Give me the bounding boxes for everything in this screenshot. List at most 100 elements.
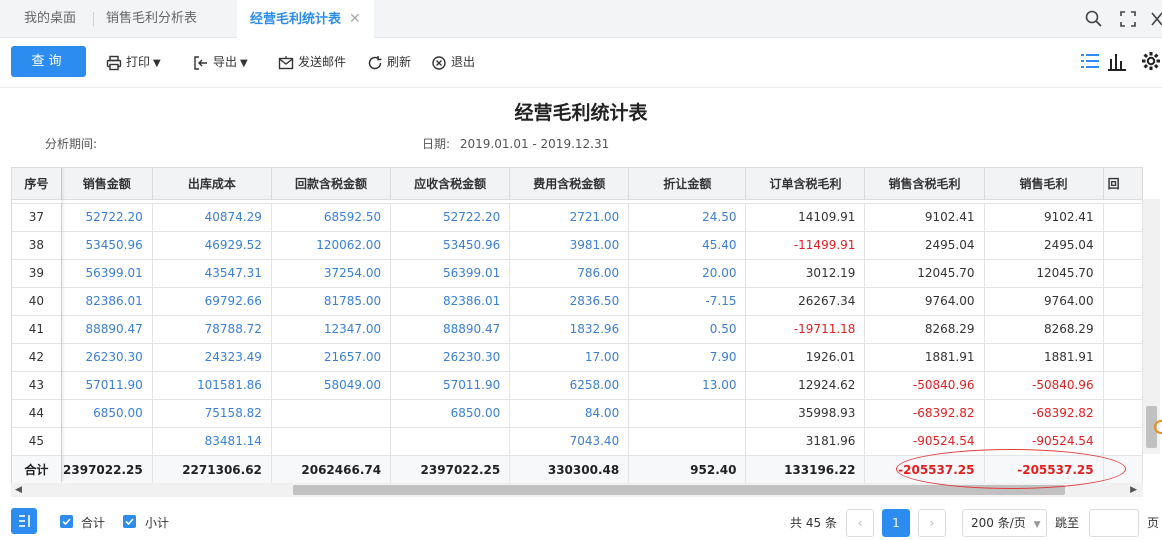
table-cell[interactable]: 88890.47 bbox=[61, 315, 153, 344]
table-cell[interactable]: 7043.40 bbox=[509, 427, 630, 456]
close-window-icon[interactable] bbox=[1150, 9, 1162, 29]
tab-operating-gross-profit-stats[interactable]: 经营毛利统计表 ✕ bbox=[237, 0, 374, 39]
table-cell[interactable]: 1832.96 bbox=[509, 315, 630, 344]
column-header[interactable]: 订单含税毛利 bbox=[745, 168, 866, 200]
vertical-scrollbar[interactable] bbox=[1143, 199, 1160, 454]
table-cell[interactable]: 20.00 bbox=[628, 259, 747, 288]
table-cell[interactable]: 24.50 bbox=[628, 203, 747, 232]
table-row[interactable]: 44 6850.00 75158.82 6850.00 84.00 35998.93 -68… bbox=[12, 399, 1143, 428]
table-cell[interactable]: 2721.00 bbox=[509, 203, 630, 232]
table-cell[interactable]: 78788.72 bbox=[152, 315, 272, 344]
table-cell[interactable]: 6850.00 bbox=[390, 399, 511, 428]
table-row[interactable]: 39 56399.01 43547.31 37254.00 56399.01 786.00… bbox=[12, 259, 1143, 288]
scroll-left-arrow-icon[interactable]: ◀ bbox=[15, 483, 22, 497]
search-icon[interactable] bbox=[1084, 9, 1104, 29]
table-cell[interactable]: 45.40 bbox=[628, 231, 747, 260]
table-cell[interactable]: 81785.00 bbox=[271, 287, 392, 316]
table-row[interactable]: 38 53450.96 46929.52 120062.00 53450.96 3981.… bbox=[12, 231, 1143, 260]
table-row[interactable]: 43 57011.90 101581.86 58049.00 57011.90 6258.… bbox=[12, 371, 1143, 400]
table-cell[interactable]: 21657.00 bbox=[271, 343, 392, 372]
column-header[interactable]: 序号 bbox=[12, 168, 62, 200]
table-cell[interactable]: 88890.47 bbox=[390, 315, 511, 344]
table-cell[interactable]: 82386.01 bbox=[61, 287, 153, 316]
column-header[interactable]: 销售含税毛利 bbox=[864, 168, 985, 200]
page-number-button[interactable]: 1 bbox=[882, 509, 910, 537]
column-header[interactable]: 应收含税金额 bbox=[390, 168, 511, 200]
table-cell[interactable]: 46929.52 bbox=[152, 231, 272, 260]
column-header[interactable]: 折让金额 bbox=[628, 168, 747, 200]
query-button[interactable]: 查询 bbox=[11, 46, 86, 77]
table-cell[interactable]: 43547.31 bbox=[152, 259, 272, 288]
table-cell: 12045.70 bbox=[864, 259, 985, 288]
close-icon[interactable]: ✕ bbox=[349, 11, 361, 27]
table-row[interactable]: 37 52722.20 40874.29 68592.50 52722.20 2721.0… bbox=[12, 203, 1143, 232]
tab-my-desktop[interactable]: 我的桌面 bbox=[24, 0, 76, 38]
table-row[interactable]: 41 88890.47 78788.72 12347.00 88890.47 1832.9… bbox=[12, 315, 1143, 344]
grid-body: 37 52722.20 40874.29 68592.50 52722.20 2721.0… bbox=[12, 199, 1143, 483]
next-page-button[interactable]: › bbox=[918, 509, 946, 537]
prev-page-button[interactable]: ‹ bbox=[846, 509, 874, 537]
table-cell[interactable]: 0.50 bbox=[628, 315, 747, 344]
table-cell[interactable]: 53450.96 bbox=[61, 231, 153, 260]
export-button[interactable]: 导出 ▼ bbox=[193, 52, 248, 72]
list-view-icon[interactable] bbox=[1079, 50, 1101, 72]
table-cell[interactable]: 69792.66 bbox=[152, 287, 272, 316]
table-cell[interactable]: 40874.29 bbox=[152, 203, 272, 232]
table-cell[interactable]: 786.00 bbox=[509, 259, 630, 288]
column-header[interactable]: 出库成本 bbox=[152, 168, 272, 200]
floating-helper-icon[interactable] bbox=[1154, 420, 1162, 434]
table-cell[interactable]: 3981.00 bbox=[509, 231, 630, 260]
tab-sales-gross-profit-analysis[interactable]: 销售毛利分析表 bbox=[106, 0, 197, 38]
table-cell[interactable]: 57011.90 bbox=[390, 371, 511, 400]
table-cell[interactable]: 83481.14 bbox=[152, 427, 272, 456]
row-number: 45 bbox=[12, 427, 62, 456]
table-cell[interactable]: 52722.20 bbox=[390, 203, 511, 232]
table-cell[interactable]: 57011.90 bbox=[61, 371, 153, 400]
refresh-button[interactable]: 刷新 bbox=[367, 52, 411, 72]
print-button[interactable]: 打印 ▼ bbox=[106, 52, 161, 72]
table-cell[interactable]: 58049.00 bbox=[271, 371, 392, 400]
settings-gear-icon[interactable] bbox=[1140, 50, 1162, 72]
table-cell[interactable]: 56399.01 bbox=[390, 259, 511, 288]
table-cell[interactable]: 2836.50 bbox=[509, 287, 630, 316]
send-email-label: 发送邮件 bbox=[298, 55, 347, 69]
chart-view-icon[interactable] bbox=[1106, 50, 1128, 72]
table-cell[interactable]: 84.00 bbox=[509, 399, 630, 428]
sum-checkbox[interactable] bbox=[60, 515, 73, 528]
scroll-right-arrow-icon[interactable]: ▶ bbox=[1130, 483, 1137, 497]
column-header[interactable]: 销售毛利 bbox=[984, 168, 1104, 200]
table-cell[interactable]: 12347.00 bbox=[271, 315, 392, 344]
table-row[interactable]: 40 82386.01 69792.66 81785.00 82386.01 2836.5… bbox=[12, 287, 1143, 316]
table-cell[interactable]: 26230.30 bbox=[61, 343, 153, 372]
table-cell[interactable]: 52722.20 bbox=[61, 203, 153, 232]
fullscreen-icon[interactable] bbox=[1118, 9, 1138, 29]
table-cell[interactable]: 53450.96 bbox=[390, 231, 511, 260]
table-cell[interactable]: 68592.50 bbox=[271, 203, 392, 232]
table-cell[interactable]: 56399.01 bbox=[61, 259, 153, 288]
subtotal-checkbox[interactable] bbox=[123, 515, 136, 528]
page-size-select[interactable]: 200 条/页 ▼ bbox=[962, 509, 1047, 537]
table-cell[interactable]: 17.00 bbox=[509, 343, 630, 372]
column-header[interactable]: 回 bbox=[1103, 168, 1143, 200]
table-cell[interactable]: 24323.49 bbox=[152, 343, 272, 372]
column-header[interactable]: 销售金额 bbox=[61, 168, 153, 200]
table-cell[interactable]: 6850.00 bbox=[61, 399, 153, 428]
exit-button[interactable]: 退出 bbox=[431, 52, 475, 72]
table-cell[interactable]: 7.90 bbox=[628, 343, 747, 372]
table-cell[interactable]: 75158.82 bbox=[152, 399, 272, 428]
jump-page-input[interactable] bbox=[1089, 509, 1139, 537]
column-header[interactable]: 费用含税金额 bbox=[509, 168, 630, 200]
table-cell[interactable]: 37254.00 bbox=[271, 259, 392, 288]
table-cell[interactable]: 26230.30 bbox=[390, 343, 511, 372]
table-cell[interactable]: -7.15 bbox=[628, 287, 747, 316]
scrollbar-thumb[interactable] bbox=[293, 485, 1065, 495]
table-row[interactable]: 42 26230.30 24323.49 21657.00 26230.30 17.00 7… bbox=[12, 343, 1143, 372]
table-cell[interactable]: 101581.86 bbox=[152, 371, 272, 400]
table-cell[interactable]: 82386.01 bbox=[390, 287, 511, 316]
table-cell[interactable]: 13.00 bbox=[628, 371, 747, 400]
table-cell[interactable]: 6258.00 bbox=[509, 371, 630, 400]
column-settings-button[interactable] bbox=[11, 508, 37, 534]
send-email-button[interactable]: 发送邮件 bbox=[278, 52, 346, 72]
column-header[interactable]: 回款含税金额 bbox=[271, 168, 392, 200]
table-cell[interactable]: 120062.00 bbox=[271, 231, 392, 260]
